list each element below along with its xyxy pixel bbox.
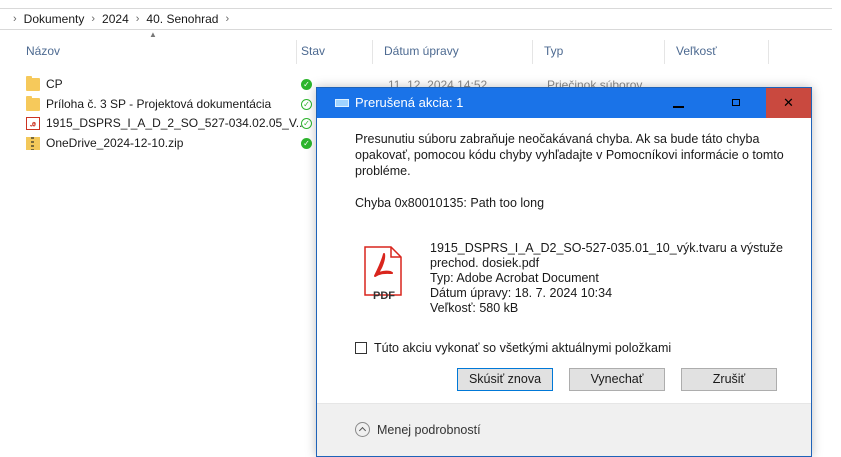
column-header-modified[interactable]: Dátum úpravy <box>384 38 459 64</box>
apply-to-all-label[interactable]: Túto akciu vykonať so všetkými aktuálnym… <box>374 341 671 355</box>
chevron-right-icon[interactable]: › <box>91 13 95 25</box>
file-name: CP <box>46 77 63 91</box>
dialog-title: Prerušená akcia: 1 <box>355 95 464 110</box>
retry-button[interactable]: Skúsiť znova <box>457 368 553 391</box>
minimize-button[interactable] <box>657 88 700 118</box>
breadcrumb-item-senohrad[interactable]: 40. Senohrad <box>146 12 218 26</box>
file-name-line2: prechod. dosiek.pdf <box>430 256 540 270</box>
dialog-titlebar[interactable]: Prerušená akcia: 1 ✕ <box>317 88 811 118</box>
pdf-icon-label: PDF <box>373 290 395 302</box>
maximize-icon <box>732 99 740 106</box>
column-header-type[interactable]: Typ <box>544 38 563 64</box>
folder-icon <box>26 75 40 91</box>
skip-button[interactable]: Vynechať <box>569 368 665 391</box>
list-item[interactable]: CP <box>26 75 63 93</box>
chevron-right-icon[interactable]: › <box>225 13 229 25</box>
minimize-icon <box>673 106 684 108</box>
breadcrumb-item-dokumenty[interactable]: Dokumenty <box>24 12 85 26</box>
file-size: Veľkosť: 580 kB <box>430 301 519 315</box>
chevron-up-icon[interactable] <box>355 422 370 437</box>
zip-file-icon <box>26 136 40 150</box>
apply-to-all-option[interactable]: Túto akciu vykonať so všetkými aktuálnym… <box>355 341 671 355</box>
folder-icon <box>26 95 40 111</box>
column-divider[interactable] <box>296 40 297 64</box>
file-name-line1: 1915_DSPRS_I_A_D2_SO-527-035.01_10_výk.t… <box>430 241 783 255</box>
file-name: Príloha č. 3 SP - Projektová dokumentáci… <box>46 97 272 111</box>
error-message: Presunutiu súboru zabraňuje neočakávaná … <box>355 132 784 178</box>
maximize-button[interactable] <box>714 88 757 118</box>
sort-ascending-icon: ▲ <box>149 30 157 39</box>
list-item[interactable]: OneDrive_2024-12-10.zip <box>26 134 183 152</box>
column-header-name[interactable]: Názov <box>26 38 60 64</box>
sync-ok-icon: ✓ <box>301 138 312 149</box>
column-divider[interactable] <box>664 40 665 64</box>
file-modified: Dátum úpravy: 18. 7. 2024 10:34 <box>430 286 613 300</box>
sync-available-icon: ✓ <box>301 118 312 129</box>
breadcrumb-item-2024[interactable]: 2024 <box>102 12 129 26</box>
column-divider[interactable] <box>372 40 373 64</box>
list-item[interactable]: Príloha č. 3 SP - Projektová dokumentáci… <box>26 95 271 113</box>
file-name: OneDrive_2024-12-10.zip <box>46 136 184 150</box>
close-icon: ✕ <box>783 95 794 110</box>
column-divider[interactable] <box>532 40 533 64</box>
file-details: 1915_DSPRS_I_A_D2_SO-527-035.01_10_výk.t… <box>430 241 800 316</box>
sync-ok-icon: ✓ <box>301 79 312 90</box>
breadcrumb: › Dokumenty › 2024 › 40. Senohrad › <box>0 8 832 30</box>
column-header-status[interactable]: Stav <box>301 38 325 64</box>
sync-available-icon: ✓ <box>301 99 312 110</box>
file-transfer-icon <box>335 99 349 107</box>
column-divider[interactable] <box>768 40 769 64</box>
interrupted-action-dialog: Prerušená akcia: 1 ✕ Presunutiu súboru z… <box>316 87 812 457</box>
error-code: Chyba 0x80010135: Path too long <box>355 196 545 210</box>
list-item[interactable]: ꭿ 1915_DSPRS_I_A_D_2_SO_527-034.02.05_V.… <box>26 114 306 132</box>
close-button[interactable]: ✕ <box>766 88 811 118</box>
chevron-right-icon[interactable]: › <box>136 13 140 25</box>
file-name: 1915_DSPRS_I_A_D_2_SO_527-034.02.05_V... <box>46 116 306 130</box>
file-type: Typ: Adobe Acrobat Document <box>430 271 599 285</box>
details-toggle-label[interactable]: Menej podrobností <box>377 423 481 437</box>
details-toggle[interactable]: Menej podrobností <box>355 422 481 437</box>
chevron-right-icon[interactable]: › <box>13 13 17 25</box>
cancel-button[interactable]: Zrušiť <box>681 368 777 391</box>
pdf-document-icon <box>364 246 402 296</box>
column-header-size[interactable]: Veľkosť <box>676 38 717 64</box>
apply-to-all-checkbox[interactable] <box>355 342 367 354</box>
pdf-file-icon: ꭿ <box>26 116 40 130</box>
